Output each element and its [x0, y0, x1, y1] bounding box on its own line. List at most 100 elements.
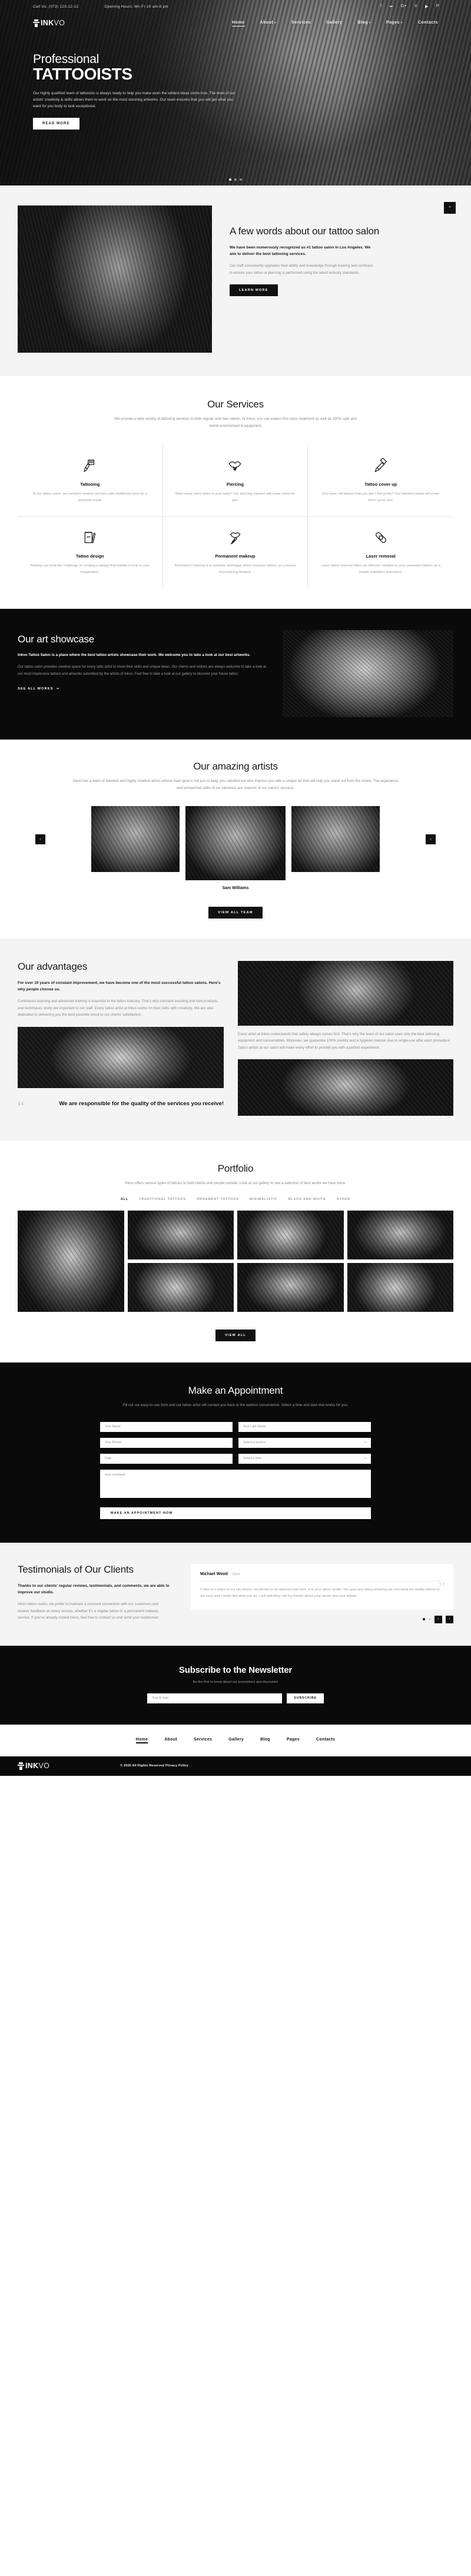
- artists-next-button[interactable]: ›: [426, 834, 436, 844]
- portfolio-filter-traditional[interactable]: TRADITIONAL TATTOOS: [139, 1198, 186, 1201]
- footer-nav-gallery[interactable]: Gallery: [228, 1738, 244, 1743]
- service-card-design[interactable]: Tattoo design Nothing can beat the chall…: [18, 517, 163, 589]
- google-plus-icon[interactable]: G+: [401, 4, 407, 9]
- nav-item-gallery[interactable]: Gallery: [326, 21, 342, 26]
- about-section: ^ A few words about our tattoo salon We …: [0, 185, 471, 376]
- social-links[interactable]: f ➥ G+ V ▶ P: [380, 4, 439, 9]
- service-card-tattooing[interactable]: Tattooing At our tattoo salon, we combin…: [18, 445, 163, 518]
- portfolio-item[interactable]: [237, 1211, 344, 1260]
- nav-item-home[interactable]: Home: [232, 21, 245, 26]
- testimonial-dot-1[interactable]: [423, 1618, 425, 1621]
- tongue-piercing-icon: [174, 457, 297, 475]
- main-navbar: INKVO Home About ▾ Services Gallery Blog ▾…: [0, 13, 471, 33]
- newsletter-email-input[interactable]: Your E-mail: [147, 1693, 283, 1703]
- portfolio-view-all-button[interactable]: VIEW ALL: [215, 1330, 256, 1342]
- nav-item-services[interactable]: Services: [291, 21, 311, 26]
- nav-item-contacts[interactable]: Contacts: [418, 21, 438, 26]
- footer-nav-pages[interactable]: Pages: [287, 1738, 300, 1743]
- footer-nav-home[interactable]: Home: [135, 1738, 148, 1743]
- appointment-form: Your Name Your Last Name Your Phone Sele…: [100, 1421, 371, 1519]
- portfolio-filter-black-white[interactable]: BLACK AND WHITE: [288, 1198, 326, 1201]
- advantages-paragraph-1: Continuous learning and advanced trainin…: [18, 999, 218, 1017]
- advantages-lead: For over 10 years of constant improvemen…: [18, 980, 221, 992]
- make-appointment-button[interactable]: MAKE AN APPOINTMENT NOW: [100, 1507, 371, 1519]
- pinterest-icon[interactable]: P: [436, 4, 439, 9]
- youtube-icon[interactable]: ▶: [425, 4, 429, 9]
- bandage-icon: [319, 529, 443, 546]
- portfolio-filters: ALL TRADITIONAL TATTOOS ORNAMENT TATTOOS…: [18, 1198, 453, 1201]
- portfolio-filter-other[interactable]: OTHER: [337, 1198, 350, 1201]
- service-title: Piercing: [226, 481, 244, 487]
- footer-nav-about[interactable]: About: [164, 1738, 177, 1743]
- nav-item-pages[interactable]: Pages ▾: [386, 21, 403, 26]
- artists-prev-button[interactable]: ‹: [35, 834, 45, 844]
- service-card-permanent-makeup[interactable]: Permanent makeup Permanent makeup is a c…: [163, 517, 309, 589]
- artist-card[interactable]: [291, 805, 380, 872]
- nav-item-blog[interactable]: Blog ▾: [357, 21, 371, 26]
- portfolio-section: Portfolio Inkvo offers various types of …: [0, 1141, 471, 1363]
- service-card-piercing[interactable]: Piercing Want some extra holes in your b…: [162, 445, 309, 518]
- page-root: Call Us: (073) 123-12-12 Opening Hours: …: [0, 0, 471, 1776]
- footer-nav-contacts[interactable]: Contacts: [316, 1738, 335, 1743]
- testimonials-prev-button[interactable]: ‹: [434, 1615, 442, 1623]
- phone-input[interactable]: Your Phone: [100, 1437, 233, 1448]
- services-subtitle: We provide a wide variety of tattooing s…: [114, 417, 357, 428]
- artists-subtitle: Inkvo has a team of talented and highly …: [72, 779, 399, 791]
- slider-dot-2[interactable]: [234, 178, 237, 181]
- slider-dot-1[interactable]: [229, 178, 231, 181]
- services-section: Our Services We provide a wide variety o…: [0, 376, 471, 609]
- portfolio-item[interactable]: [347, 1263, 453, 1312]
- about-learn-more-button[interactable]: LEARN MORE: [230, 284, 278, 297]
- testimonials-next-button[interactable]: ›: [446, 1615, 453, 1623]
- nav-item-about[interactable]: About ▾: [260, 21, 277, 26]
- service-card-laser-removal[interactable]: Laser removal Laser tattoo removal offer…: [308, 517, 453, 589]
- scroll-to-top-button[interactable]: ^: [444, 202, 456, 214]
- footer-nav-services[interactable]: Services: [194, 1738, 212, 1743]
- portfolio-item[interactable]: [127, 1211, 234, 1260]
- twitter-icon[interactable]: ➥: [389, 4, 393, 9]
- footer-logo[interactable]: INKVO: [18, 1762, 49, 1770]
- comment-textarea[interactable]: Your comment: [100, 1469, 371, 1498]
- privacy-policy-link[interactable]: Privacy Policy: [165, 1764, 188, 1768]
- artist-card[interactable]: [91, 805, 180, 872]
- service-card-cover-up[interactable]: Tattoo cover up Got some old tattoos tha…: [308, 445, 453, 518]
- advantages-paragraph-2: Every artist at Inkvo understands that s…: [238, 1032, 451, 1050]
- facebook-icon[interactable]: f: [380, 4, 382, 9]
- name-input[interactable]: Your Name: [100, 1421, 233, 1432]
- service-select[interactable]: Select a service: [238, 1437, 371, 1448]
- hero-content: Professional TATTOOISTS Our highly quali…: [0, 33, 253, 130]
- vimeo-icon[interactable]: V: [414, 4, 417, 9]
- services-grid: Tattooing At our tattoo salon, we combin…: [18, 445, 453, 589]
- tattoo-machine-icon: [28, 457, 152, 475]
- advantages-quote-text: We are responsible for the quality of th…: [59, 1100, 224, 1107]
- portfolio-item[interactable]: [18, 1211, 124, 1312]
- about-lead: We have been numerously recognized as #1…: [230, 246, 371, 257]
- portfolio-item[interactable]: [237, 1263, 344, 1312]
- artist-photo: [185, 805, 286, 880]
- hero-read-more-button[interactable]: READ MORE: [33, 118, 79, 130]
- newsletter-subscribe-button[interactable]: SUBSCRIBE: [287, 1693, 324, 1703]
- logo[interactable]: INKVO: [33, 19, 65, 27]
- see-all-works-link[interactable]: SEE ALL WORKS ➞: [18, 687, 59, 691]
- date-input[interactable]: Date: [100, 1453, 233, 1464]
- portfolio-filter-ornament[interactable]: ORNAMENT TATTOOS: [197, 1198, 239, 1201]
- testimonials-section: Testimonials of Our Clients Thanks to ou…: [0, 1542, 471, 1646]
- hero-slider-dots[interactable]: [229, 178, 242, 181]
- hero-supertitle: Professional: [33, 52, 99, 66]
- testimonial-dot-2[interactable]: [429, 1618, 431, 1621]
- slider-dot-3[interactable]: [240, 178, 242, 181]
- portfolio-item[interactable]: [347, 1211, 453, 1260]
- time-select[interactable]: Select a time: [238, 1453, 371, 1464]
- footer-nav-blog[interactable]: Blog: [260, 1738, 270, 1743]
- portfolio-item[interactable]: [127, 1263, 234, 1312]
- footer-logo-text: INKVO: [25, 1762, 50, 1771]
- showcase-image: [283, 630, 453, 718]
- portfolio-filter-all[interactable]: ALL: [121, 1198, 128, 1201]
- artist-card-featured[interactable]: Sam Williams: [185, 805, 286, 890]
- lastname-input[interactable]: Your Last Name: [238, 1421, 371, 1432]
- portfolio-filter-minimalistic[interactable]: MINIMALISTIC: [250, 1198, 278, 1201]
- service-text: Want some extra holes in your body? Our …: [175, 492, 296, 502]
- service-title: Permanent makeup: [215, 553, 256, 559]
- hero-description: Our highly qualified team of tattooists …: [33, 91, 236, 108]
- view-all-team-button[interactable]: VIEW ALL TEAM: [208, 906, 263, 919]
